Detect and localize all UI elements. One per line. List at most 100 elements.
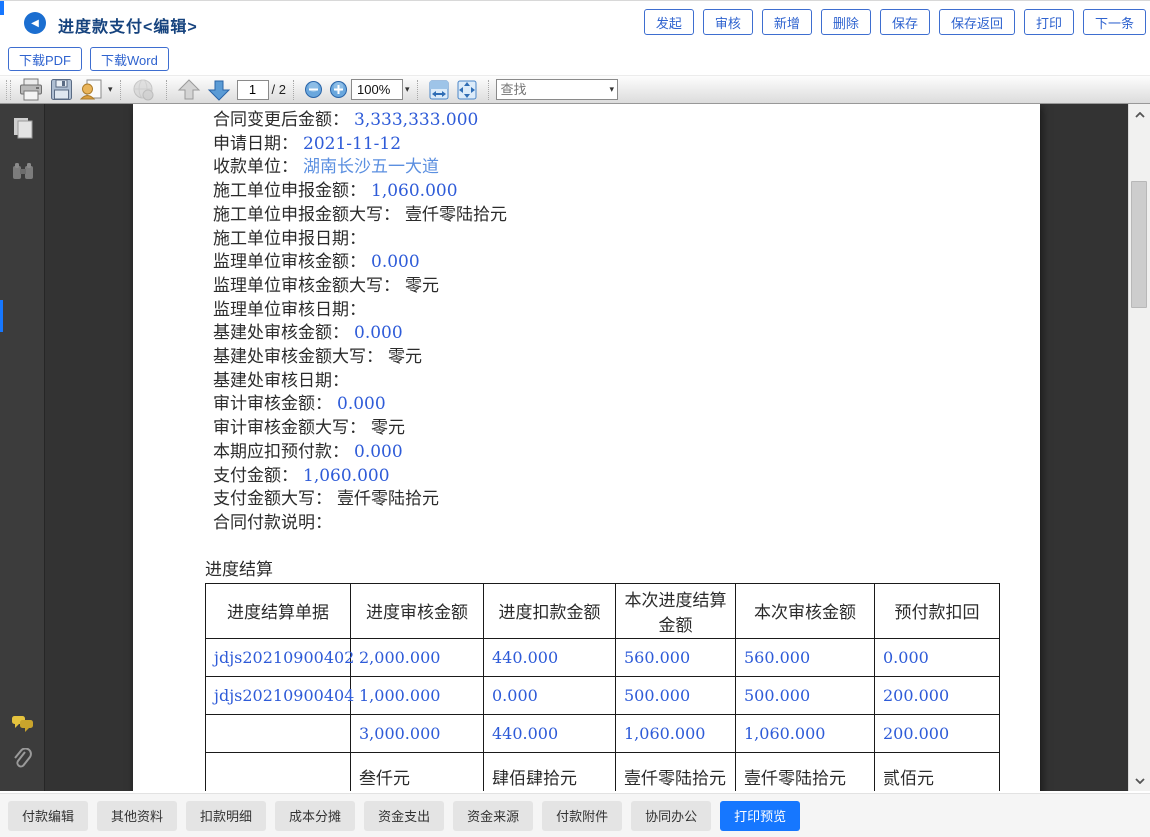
- document-field-line: 本期应扣预付款：0.000: [213, 441, 1040, 465]
- field-label: 施工单位申报金额大写：: [213, 205, 400, 225]
- export-icon[interactable]: [76, 77, 107, 103]
- field-label: 审计审核金额：: [213, 394, 332, 414]
- zoom-out-icon[interactable]: [301, 77, 326, 103]
- field-value: 2021-11-12: [303, 134, 401, 154]
- toolbar-separator: [417, 80, 418, 100]
- field-value: 湖南长沙五一大道: [303, 157, 439, 177]
- back-button[interactable]: ◀: [24, 12, 46, 34]
- table-header-cell: 本次审核金额: [736, 583, 875, 638]
- field-value: 1,060.000: [371, 181, 458, 201]
- search-doc-icon[interactable]: [11, 161, 35, 188]
- toolbar-separator: [166, 80, 167, 100]
- header-action-button[interactable]: 打印: [1024, 9, 1074, 35]
- header-action-button[interactable]: 审核: [703, 9, 753, 35]
- header-action-button[interactable]: 发起: [644, 9, 694, 35]
- toolbar-separator: [120, 80, 121, 100]
- field-value: 1,060.000: [303, 466, 390, 486]
- download-bar: 下载PDF 下载Word: [0, 45, 1150, 75]
- fit-page-icon[interactable]: [453, 77, 481, 103]
- document-field-line: 施工单位申报金额大写：壹仟零陆拾元: [213, 204, 1040, 228]
- field-label: 本期应扣预付款：: [213, 442, 349, 462]
- bottom-tab-bar: 付款编辑其他资料扣款明细成本分摊资金支出资金来源付款附件协同办公打印预览: [0, 793, 1150, 837]
- header-action-button[interactable]: 删除: [821, 9, 871, 35]
- table-row: jdjs202109004022,000.000440.000560.00056…: [206, 638, 1000, 676]
- bottom-tab[interactable]: 扣款明细: [186, 801, 266, 831]
- table-cell: 440.000: [484, 714, 616, 752]
- field-value: 壹仟零陆拾元: [405, 205, 507, 225]
- field-label: 申请日期：: [213, 134, 298, 154]
- table-header-cell: 进度结算单据: [206, 583, 351, 638]
- bottom-tab[interactable]: 付款附件: [542, 801, 622, 831]
- field-label: 收款单位：: [213, 157, 298, 177]
- table-cell: 壹仟零陆拾元: [616, 752, 736, 791]
- table-cell: 560.000: [616, 638, 736, 676]
- document-field-line: 施工单位申报金额：1,060.000: [213, 180, 1040, 204]
- scrollbar-thumb[interactable]: [1131, 181, 1147, 308]
- thumbnails-icon[interactable]: [11, 116, 35, 145]
- bottom-tab[interactable]: 成本分摊: [275, 801, 355, 831]
- bottom-tab[interactable]: 协同办公: [631, 801, 711, 831]
- field-value: 3,333,333.000: [354, 110, 478, 130]
- table-row: jdjs202109004041,000.0000.000500.000500.…: [206, 676, 1000, 714]
- page-title: 进度款支付<编辑>: [58, 13, 198, 37]
- document-field-line: 监理单位审核金额大写：零元: [213, 275, 1040, 299]
- search-input[interactable]: [497, 81, 609, 98]
- vertical-scrollbar[interactable]: [1128, 104, 1150, 791]
- field-value: 零元: [371, 418, 405, 438]
- download-pdf-button[interactable]: 下载PDF: [8, 47, 82, 71]
- field-label: 基建处审核金额：: [213, 323, 349, 343]
- document-field-line: 合同付款说明：: [213, 512, 1040, 536]
- table-body: jdjs202109004022,000.000440.000560.00056…: [206, 638, 1000, 791]
- bottom-tab[interactable]: 其他资料: [97, 801, 177, 831]
- bottom-tab[interactable]: 付款编辑: [8, 801, 88, 831]
- field-value: 零元: [388, 347, 422, 367]
- page-up-icon[interactable]: [174, 77, 204, 103]
- document-field-line: 基建处审核金额大写：零元: [213, 346, 1040, 370]
- header-action-button[interactable]: 保存返回: [939, 9, 1015, 35]
- bottom-tab[interactable]: 打印预览: [720, 801, 800, 831]
- document-field-line: 监理单位审核金额：0.000: [213, 251, 1040, 275]
- field-label: 基建处审核日期：: [213, 371, 349, 391]
- field-value: 0.000: [354, 442, 403, 462]
- comments-icon[interactable]: [11, 714, 35, 739]
- toolbar-grip: [6, 80, 11, 100]
- table-row: 叁仟元肆佰肆拾元壹仟零陆拾元壹仟零陆拾元贰佰元: [206, 752, 1000, 791]
- page-number-input[interactable]: [237, 80, 269, 100]
- attachment-icon[interactable]: [11, 748, 33, 777]
- header-action-button[interactable]: 下一条: [1083, 9, 1146, 35]
- scroll-down-icon[interactable]: [1129, 772, 1150, 789]
- page-down-icon[interactable]: [204, 77, 234, 103]
- page-total-label: / 2: [272, 82, 286, 97]
- table-cell: 2,000.000: [351, 638, 484, 676]
- back-icon: ◀: [31, 18, 39, 29]
- header-action-button[interactable]: 保存: [880, 9, 930, 35]
- table-cell: 1,000.000: [351, 676, 484, 714]
- zoom-dropdown-caret-icon[interactable]: ▾: [405, 84, 410, 95]
- field-label: 监理单位审核日期：: [213, 300, 366, 320]
- document-field-line: 支付金额大写：壹仟零陆拾元: [213, 488, 1040, 512]
- zoom-in-icon[interactable]: [326, 77, 351, 103]
- save-icon[interactable]: [47, 77, 76, 103]
- table-cell: 1,060.000: [616, 714, 736, 752]
- scroll-up-icon[interactable]: [1129, 106, 1150, 123]
- sidebar-active-indicator: [0, 300, 3, 332]
- bottom-tab[interactable]: 资金来源: [453, 801, 533, 831]
- field-label: 施工单位申报日期：: [213, 229, 366, 249]
- document-field-line: 收款单位：湖南长沙五一大道: [213, 156, 1040, 180]
- export-dropdown-caret-icon[interactable]: ▾: [108, 84, 113, 95]
- download-word-button[interactable]: 下载Word: [90, 47, 169, 71]
- fit-width-icon[interactable]: [425, 77, 453, 103]
- print-icon[interactable]: [15, 77, 47, 103]
- bottom-tab[interactable]: 资金支出: [364, 801, 444, 831]
- table-cell: jdjs20210900404: [206, 676, 351, 714]
- table-cell: 叁仟元: [351, 752, 484, 791]
- zoom-level-box[interactable]: 100%: [351, 79, 403, 100]
- pdf-page: 合同变更后金额：3,333,333.000申请日期：2021-11-12收款单位…: [133, 104, 1040, 791]
- search-combo: ▾: [496, 79, 619, 100]
- pdf-canvas: 合同变更后金额：3,333,333.000申请日期：2021-11-12收款单位…: [46, 104, 1128, 791]
- field-value: 壹仟零陆拾元: [337, 489, 439, 509]
- search-dropdown-caret-icon[interactable]: ▾: [610, 84, 615, 95]
- toolbar-separator: [293, 80, 294, 100]
- header-action-button[interactable]: 新增: [762, 9, 812, 35]
- table-cell: 0.000: [484, 676, 616, 714]
